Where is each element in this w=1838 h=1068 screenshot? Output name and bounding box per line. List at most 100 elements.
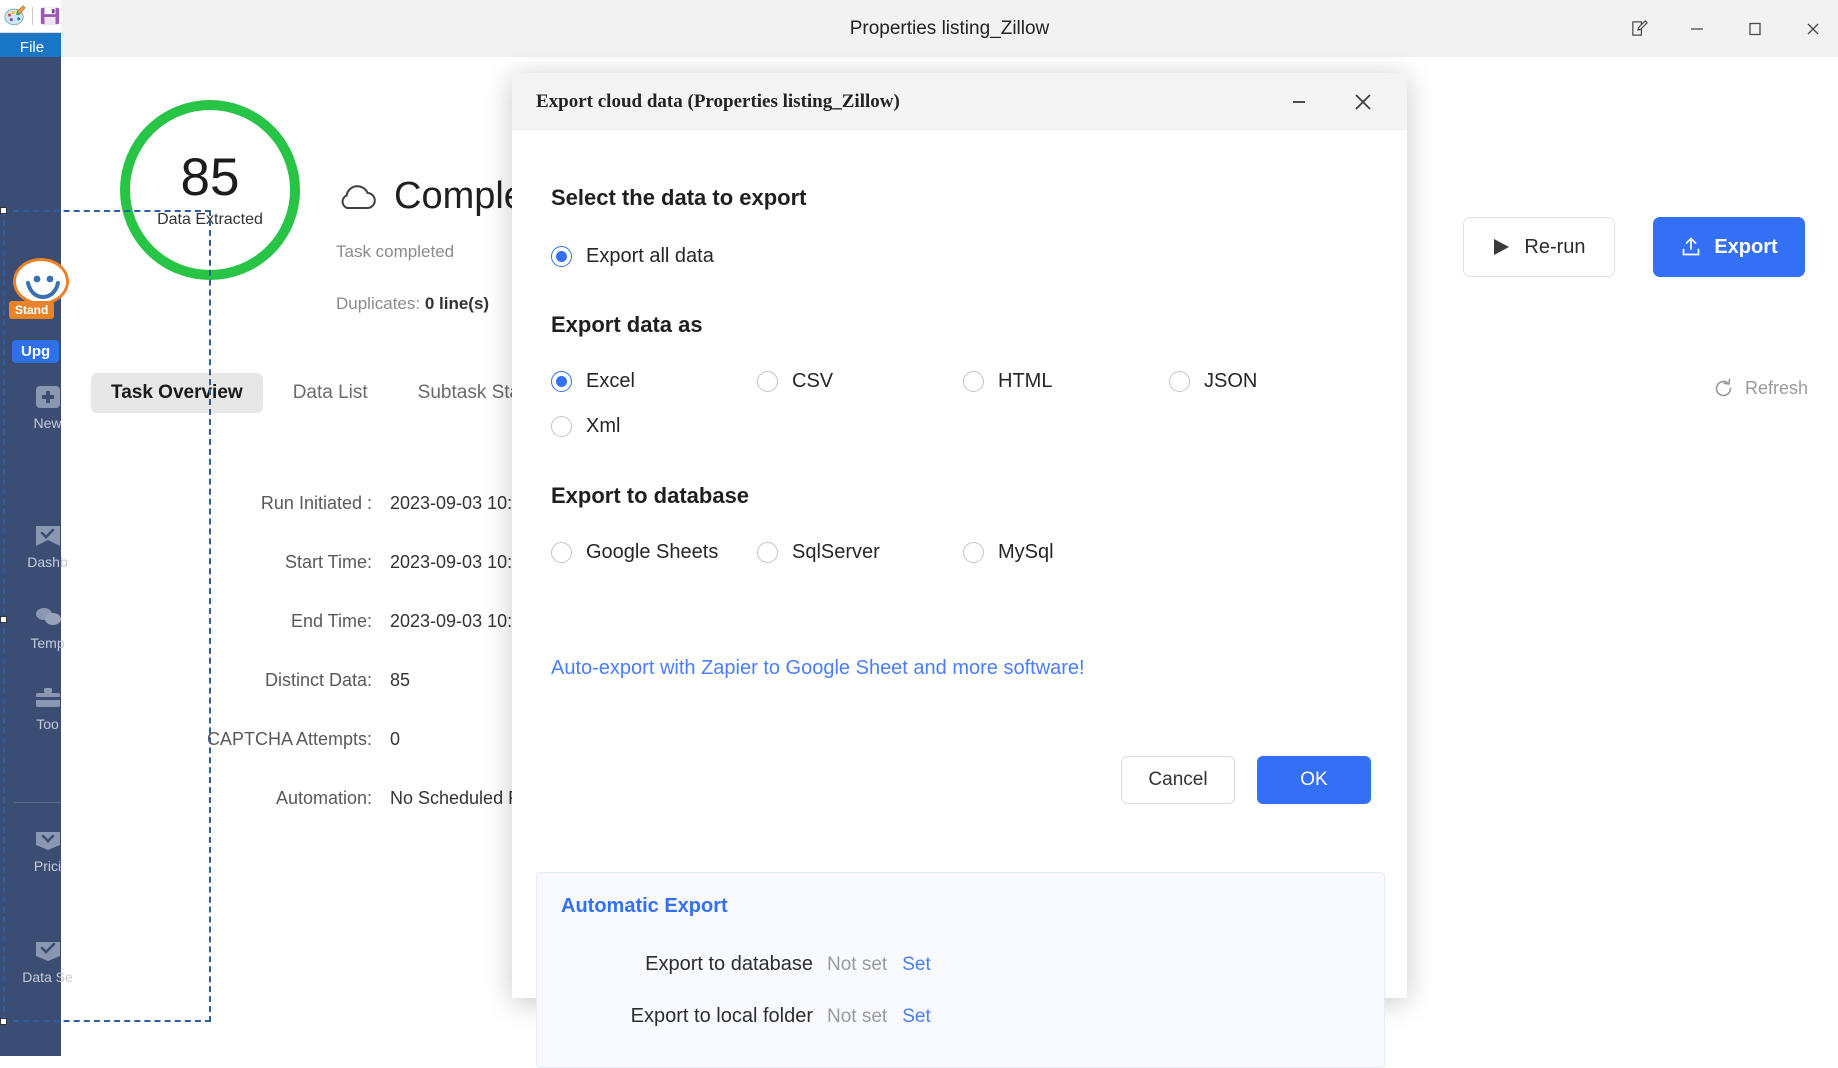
cancel-button[interactable]: Cancel: [1121, 756, 1235, 804]
auto-export-row-set-link[interactable]: Set: [902, 954, 931, 976]
auto-export-row-local-folder: Export to local folder Not set Set: [537, 1005, 1386, 1028]
auto-export-row-status: Not set: [827, 1006, 888, 1027]
radio-db-google-sheets[interactable]: Google Sheets: [551, 541, 757, 564]
plus-icon: [35, 386, 60, 408]
detail-label: Distinct Data:: [264, 670, 372, 690]
task-status-heading: Complet: [336, 175, 536, 218]
radio-db-sqlserver[interactable]: SqlServer: [757, 541, 963, 564]
window-controls[interactable]: [1628, 0, 1824, 57]
radio-format-html[interactable]: HTML: [963, 370, 1169, 393]
save-icon[interactable]: [39, 5, 61, 27]
zapier-auto-export-link[interactable]: Auto-export with Zapier to Google Sheet …: [551, 657, 1085, 680]
radio-label: Excel: [586, 370, 635, 392]
task-status-subtitle: Task completed: [336, 242, 455, 261]
dialog-minimize-button[interactable]: [1277, 73, 1321, 130]
refresh-label: Refresh: [1744, 378, 1808, 398]
radio-indicator: [963, 371, 984, 392]
ok-button[interactable]: OK: [1257, 756, 1371, 804]
radio-indicator: [963, 542, 984, 563]
sidebar-item-new[interactable]: New: [0, 384, 95, 431]
radio-indicator: [757, 371, 778, 392]
radio-db-mysql[interactable]: MySql: [963, 541, 1054, 564]
export-button[interactable]: Export: [1653, 217, 1805, 277]
refresh-button[interactable]: Refresh: [1713, 378, 1808, 399]
radio-label: SqlServer: [792, 541, 880, 563]
paint-file-label: File: [19, 39, 45, 56]
sidebar-item-tools[interactable]: Too: [0, 685, 95, 732]
radio-format-excel[interactable]: Excel: [551, 370, 757, 393]
data-extracted-count: 85: [180, 148, 240, 207]
tab-strip: Task Overview Data List Subtask Status: [91, 373, 565, 413]
radio-indicator: [551, 416, 572, 437]
ok-label: OK: [1300, 769, 1328, 790]
sidebar-item-templates[interactable]: Temp: [0, 604, 95, 651]
radio-export-all-data[interactable]: Export all data: [551, 245, 714, 268]
edit-note-icon[interactable]: [1628, 18, 1650, 40]
sidebar-item-dashboard[interactable]: Dashb: [0, 523, 95, 570]
auto-export-row-status: Not set: [827, 954, 888, 975]
automatic-export-title: Automatic Export: [561, 895, 728, 917]
auto-export-row-set-link[interactable]: Set: [902, 1006, 931, 1028]
radio-label: MySql: [998, 541, 1054, 563]
cancel-label: Cancel: [1148, 769, 1208, 790]
radio-label: CSV: [792, 370, 834, 392]
detail-value: 85: [390, 670, 411, 690]
pricing-icon: [35, 832, 60, 850]
avatar[interactable]: [13, 258, 69, 305]
data-service-icon: [35, 942, 60, 961]
tab-data-list[interactable]: Data List: [273, 373, 388, 413]
rerun-button[interactable]: Re-run: [1463, 217, 1615, 277]
sidebar-item-label: Too: [36, 716, 59, 732]
radio-indicator: [1169, 371, 1190, 392]
radio-indicator: [551, 542, 572, 563]
auto-export-row-database: Export to database Not set Set: [537, 953, 1386, 976]
export-database-section-title: Export to database: [551, 483, 750, 508]
radio-format-csv[interactable]: CSV: [757, 370, 963, 393]
sidebar-item-label: Prici: [33, 858, 62, 874]
radio-format-xml[interactable]: Xml: [551, 415, 620, 438]
radio-label: Export all data: [586, 245, 714, 267]
plan-badge: Stand: [9, 301, 55, 319]
detail-label: CAPTCHA Attempts:: [206, 729, 372, 749]
template-icon: [35, 608, 61, 625]
select-data-radio-group: Export all data: [551, 245, 714, 268]
dashboard-icon: [35, 526, 60, 546]
dialog-close-button[interactable]: [1339, 73, 1387, 130]
sidebar-item-label: New: [33, 415, 62, 431]
app-sidebar: Stand Upg New Dashb Temp Too Prici Data …: [0, 57, 92, 1056]
auto-export-row-label: Export to local folder: [630, 1005, 813, 1027]
dialog-title-bar: Export cloud data (Properties listing_Zi…: [512, 73, 1407, 130]
sidebar-item-data-service[interactable]: Data Se: [0, 938, 95, 985]
sidebar-item-pricing[interactable]: Prici: [0, 827, 95, 874]
select-data-section-title: Select the data to export: [551, 185, 807, 210]
window-title: Properties listing_Zillow: [849, 17, 1050, 39]
detail-label: Automation:: [275, 788, 372, 808]
upgrade-button[interactable]: Upg: [12, 340, 60, 363]
sidebar-divider: [14, 802, 92, 803]
tab-task-overview[interactable]: Task Overview: [91, 373, 263, 413]
sidebar-item-label: Data Se: [22, 969, 73, 985]
window-title-bar: Properties listing_Zillow: [61, 0, 1838, 57]
export-cloud-data-dialog: Export cloud data (Properties listing_Zi…: [512, 73, 1407, 1068]
detail-label: Start Time:: [284, 552, 372, 572]
auto-export-row-label: Export to database: [645, 953, 813, 975]
detail-label: Run Initiated :: [260, 493, 372, 513]
refresh-icon: [1715, 378, 1732, 397]
minimize-icon[interactable]: [1686, 18, 1708, 40]
data-extracted-ring: 85 Data Extracted: [120, 100, 300, 280]
radio-label: HTML: [998, 370, 1053, 392]
duplicates-info: Duplicates: 0 line(s): [336, 294, 489, 314]
paint-palette-icon[interactable]: [4, 5, 26, 27]
radio-indicator: [551, 246, 572, 267]
radio-label: Xml: [586, 415, 621, 437]
radio-format-json[interactable]: JSON: [1169, 370, 1257, 393]
play-icon: [1494, 239, 1510, 255]
export-database-radio-group: Google Sheets SqlServer MySql: [551, 541, 1251, 564]
sidebar-item-label: Dashb: [27, 554, 68, 570]
export-as-section-title: Export data as: [551, 312, 703, 337]
close-icon[interactable]: [1802, 18, 1824, 40]
duplicates-label: Duplicates:: [336, 294, 425, 313]
maximize-icon[interactable]: [1744, 18, 1766, 40]
duplicates-value: 0 line(s): [424, 294, 490, 313]
data-extracted-caption: Data Extracted: [157, 211, 263, 228]
